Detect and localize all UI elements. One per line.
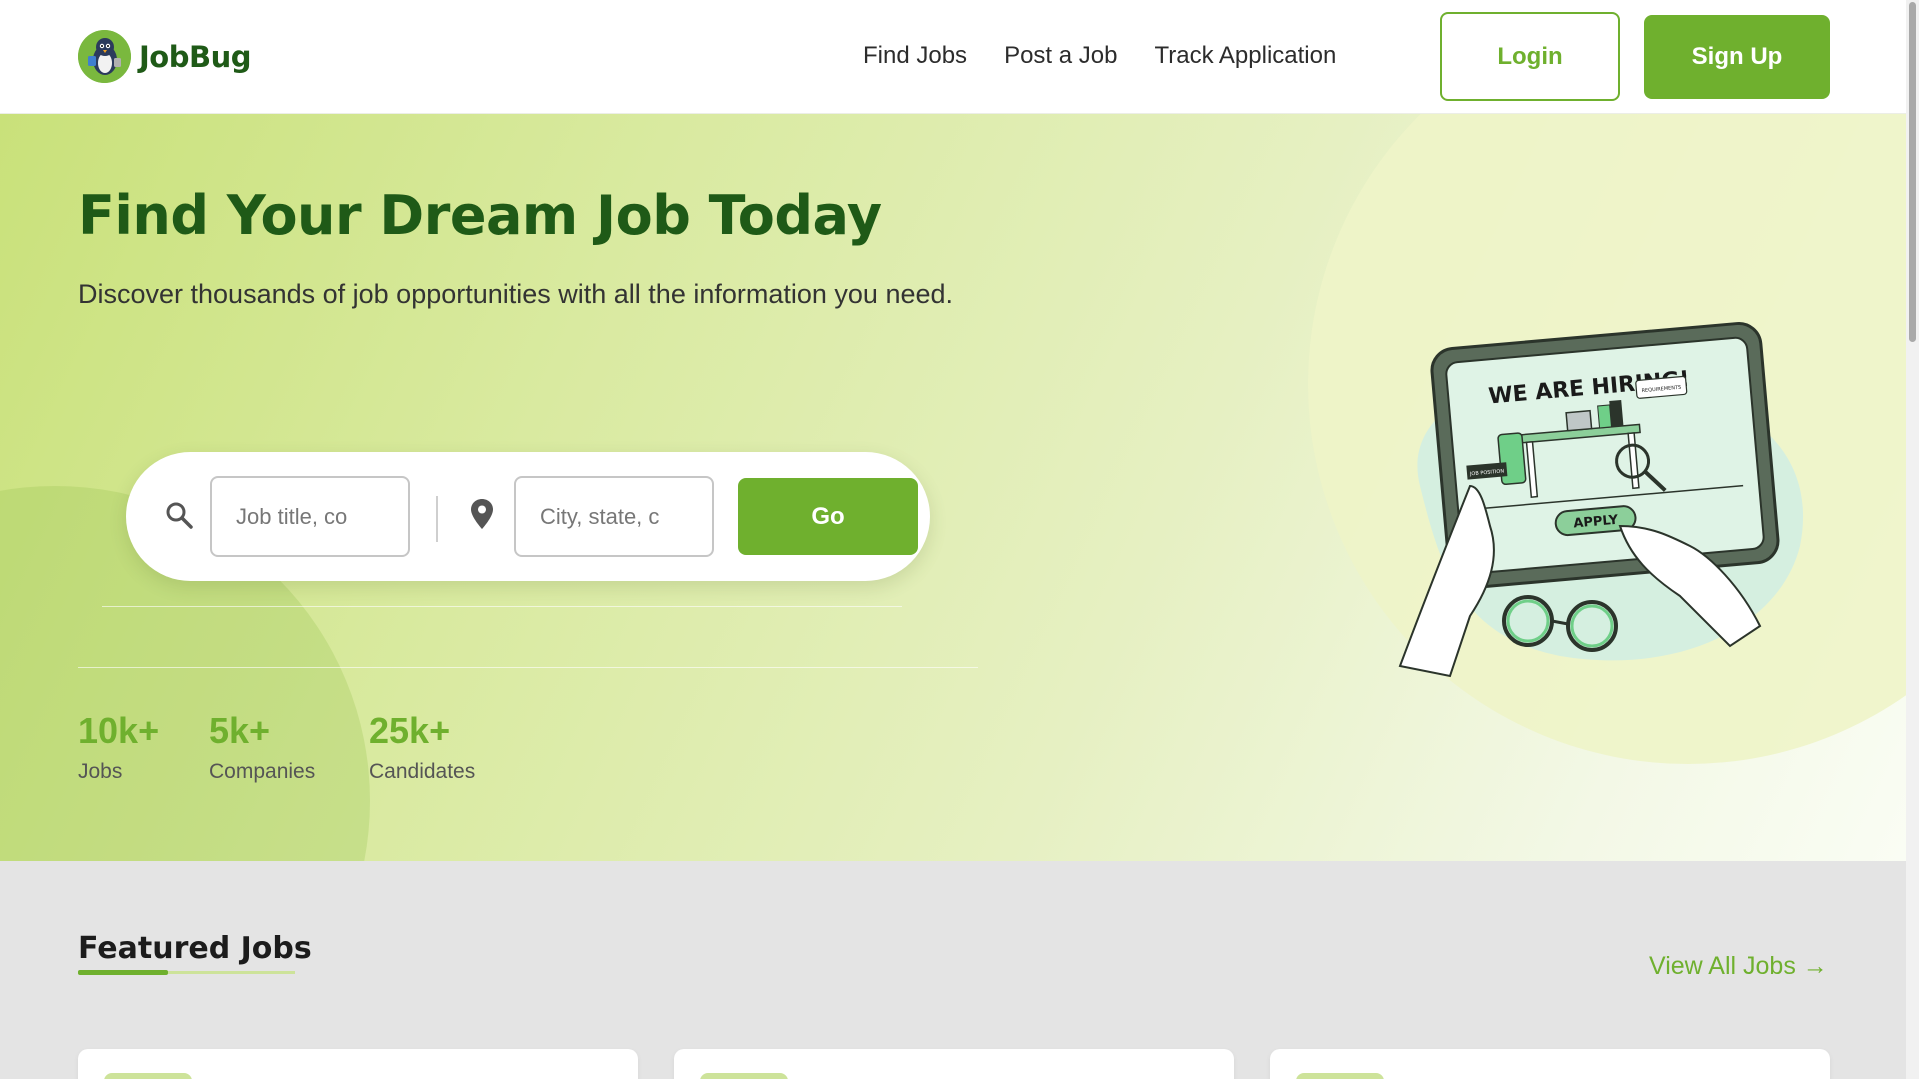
view-all-jobs-link[interactable]: View All Jobs →: [1649, 952, 1828, 981]
featured-jobs-section: Featured Jobs View All Jobs →: [0, 861, 1906, 1079]
job-card-badge: [104, 1073, 192, 1079]
logo[interactable]: JobBug: [78, 30, 251, 83]
location-pin-icon: [470, 498, 494, 535]
login-button[interactable]: Login: [1440, 12, 1620, 101]
job-card[interactable]: [78, 1049, 638, 1079]
search-divider: [436, 496, 438, 542]
title-underline-accent: [78, 970, 168, 975]
divider: [78, 667, 978, 668]
stat-jobs: 10k+ Jobs: [78, 710, 159, 784]
search-bar: Job title, co City, state, c Go: [126, 452, 930, 581]
divider: [102, 606, 902, 607]
scrollbar-thumb[interactable]: [1909, 2, 1916, 342]
signup-button[interactable]: Sign Up: [1644, 15, 1830, 99]
stat-companies: 5k+ Companies: [209, 710, 315, 784]
nav-track-application[interactable]: Track Application: [1154, 42, 1336, 70]
top-navbar: JobBug Find Jobs Post a Job Track Applic…: [0, 0, 1906, 114]
location-input[interactable]: City, state, c: [514, 476, 714, 557]
logo-text: JobBug: [139, 39, 251, 74]
job-card-badge: [700, 1073, 788, 1079]
stat-label: Jobs: [78, 760, 123, 783]
hiring-tablet-illustration: WE ARE HIRING! JOB POSITION REQUIREMENTS…: [1398, 321, 1804, 678]
main-nav: Find Jobs Post a Job Track Application: [863, 42, 1336, 70]
stat-value: 5k+: [209, 710, 271, 751]
nav-find-jobs[interactable]: Find Jobs: [863, 42, 967, 70]
job-title-input[interactable]: Job title, co: [210, 476, 410, 557]
job-card[interactable]: [674, 1049, 1234, 1079]
hero-title: Find Your Dream Job Today: [78, 184, 882, 247]
nav-post-a-job[interactable]: Post a Job: [1004, 42, 1117, 70]
page-scrollbar[interactable]: [1906, 0, 1919, 1079]
penguin-logo-icon: [78, 30, 131, 83]
hero-section: Find Your Dream Job Today Discover thous…: [0, 114, 1906, 861]
stat-label: Companies: [209, 760, 316, 783]
hero-subtitle: Discover thousands of job opportunities …: [78, 279, 954, 309]
featured-jobs-title: Featured Jobs: [78, 931, 312, 966]
job-card[interactable]: [1270, 1049, 1830, 1079]
search-icon: [164, 500, 194, 535]
job-card-badge: [1296, 1073, 1384, 1079]
stat-label: Candidates: [369, 760, 476, 783]
stat-value: 10k+: [78, 710, 160, 751]
stat-candidates: 25k+ Candidates: [369, 710, 475, 784]
stat-value: 25k+: [369, 710, 451, 751]
search-go-button[interactable]: Go: [738, 478, 918, 555]
